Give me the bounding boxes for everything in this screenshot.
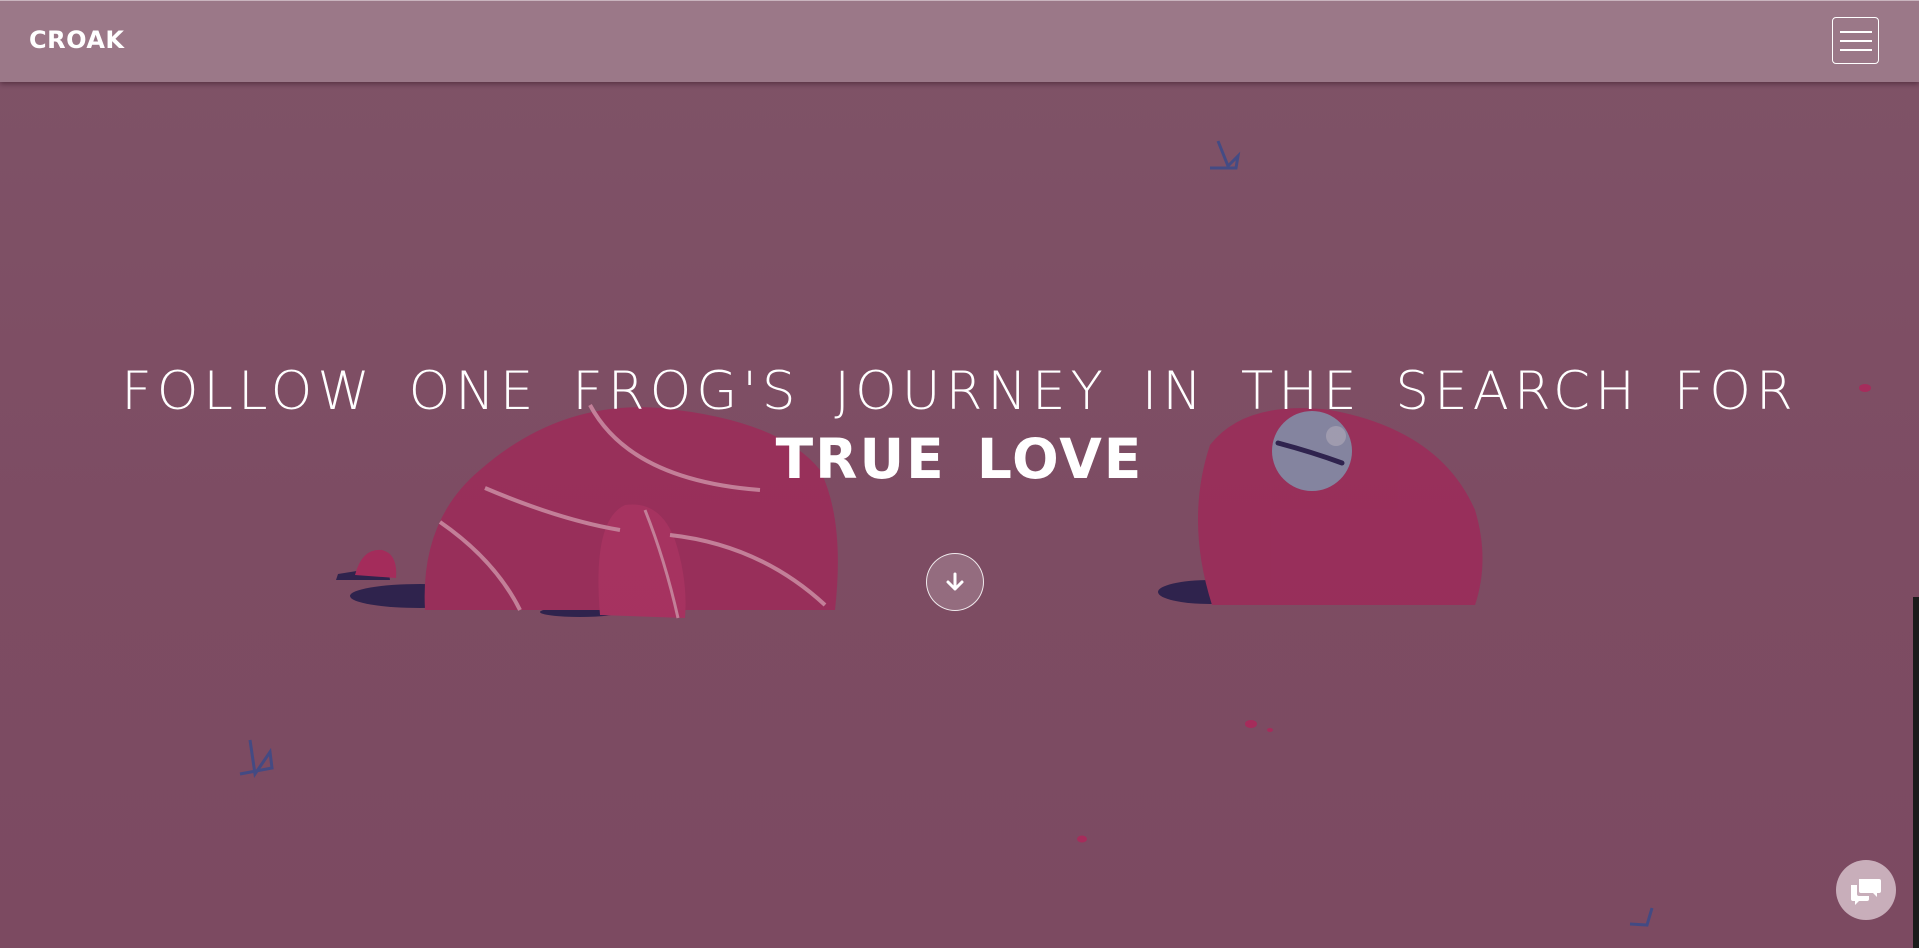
menu-toggle-button[interactable] (1832, 17, 1879, 64)
chat-button[interactable] (1836, 860, 1896, 920)
scrollbar[interactable] (1913, 597, 1919, 948)
hero: FOLLOW ONE FROG'S JOURNEY IN THE SEARCH … (0, 360, 1919, 494)
navbar: CROAK (0, 0, 1919, 82)
scroll-down-button[interactable] (926, 553, 984, 611)
hero-tagline: FOLLOW ONE FROG'S JOURNEY IN THE SEARCH … (121, 361, 1798, 422)
pebble (1077, 835, 1087, 843)
brand-logo[interactable]: CROAK (29, 26, 125, 54)
reed-top (1210, 140, 1241, 170)
pebble (1267, 728, 1273, 732)
reed-bottom-right (1629, 907, 1654, 927)
hero-title: TRUE LOVE (775, 427, 1144, 491)
reed-bottom-left (239, 739, 274, 779)
pebble (1245, 720, 1257, 728)
chat-bubbles-icon (1851, 879, 1881, 905)
arrow-down-icon (946, 572, 964, 591)
page: CROAK FOLLOW ONE FROG'S JOURNEY IN THE S… (0, 0, 1919, 948)
